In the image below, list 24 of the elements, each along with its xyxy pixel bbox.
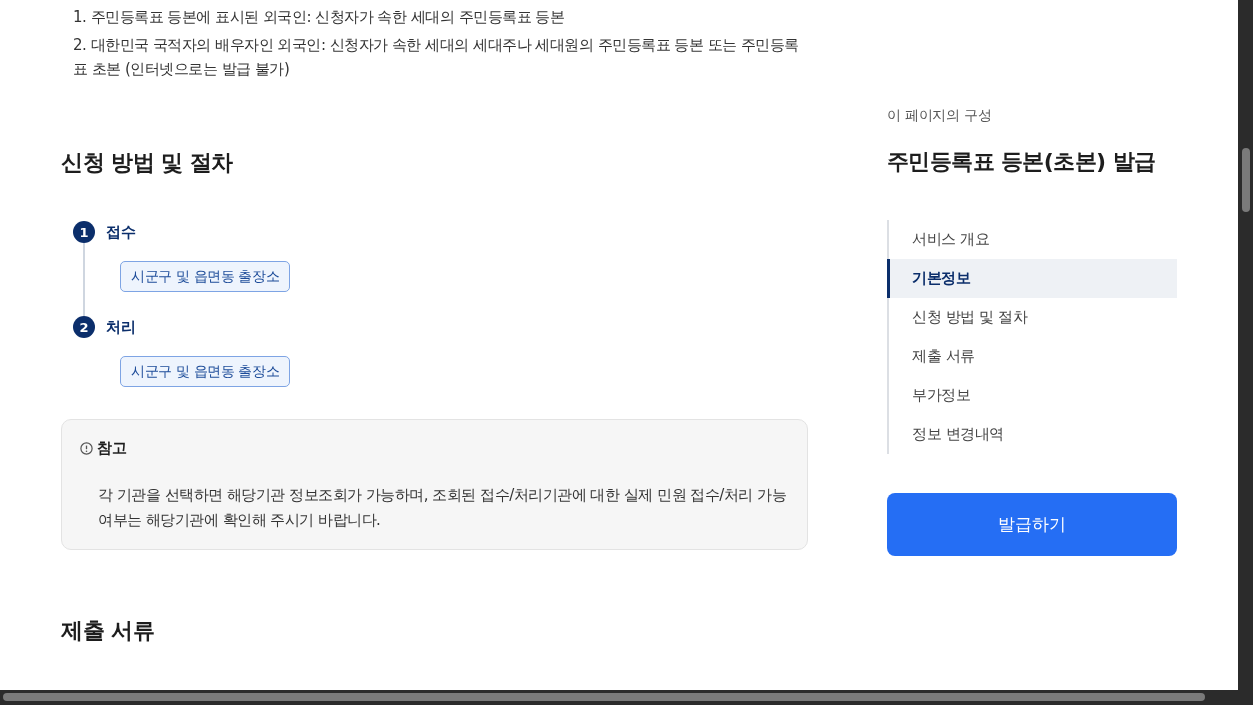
issue-button[interactable]: 발급하기 — [887, 493, 1177, 556]
office-tag-button[interactable]: 시군구 및 읍면동 출장소 — [120, 261, 291, 292]
office-tag-button[interactable]: 시군구 및 읍면동 출장소 — [120, 356, 291, 387]
step-number: 2 — [73, 316, 95, 338]
scrollbar-thumb[interactable] — [1242, 148, 1250, 212]
toc-link[interactable]: 기본정보 — [887, 259, 1177, 298]
list-item-text: 2. 대한민국 국적자의 배우자인 외국인: 신청자가 속한 세대의 세대주나 세대원의 주민등록표 등본 또는 주민등록표 초본 (인터넷으로는 발급 불가) — [73, 35, 800, 80]
toc-link[interactable]: 정보 변경내역 — [887, 415, 1177, 454]
list-item-text: 1. 주민등록표 등본에 표시된 외국인: 신청자가 속한 세대의 주민등록표 등본 — [73, 7, 566, 28]
toc-link[interactable]: 서비스 개요 — [887, 220, 1177, 259]
toc-caption: 이 페이지의 구성 — [887, 106, 993, 125]
toc-link[interactable]: 부가정보 — [887, 376, 1177, 415]
toc-link[interactable]: 제출 서류 — [887, 337, 1177, 376]
note-text: 각 기관을 선택하면 해당기관 정보조회가 가능하며, 조회된 접수/처리기관에 대한 실제 민원 접수/처리 가능 여부는 해당기관에 확인해 주시기 바랍니다. — [97, 485, 788, 531]
section-heading: 제출 서류 — [61, 617, 156, 645]
step-label: 접수 — [106, 222, 137, 243]
note-title: 참고 — [97, 438, 127, 459]
section-heading: 신청 방법 및 절차 — [61, 149, 234, 177]
toc-link[interactable]: 신청 방법 및 절차 — [887, 298, 1177, 337]
toc-title: 주민등록표 등본(초본) 발급 — [887, 148, 1157, 176]
info-icon — [80, 441, 93, 455]
step-number: 1 — [73, 221, 95, 243]
step-label: 처리 — [106, 317, 137, 338]
scrollbar-thumb[interactable] — [3, 693, 1205, 701]
